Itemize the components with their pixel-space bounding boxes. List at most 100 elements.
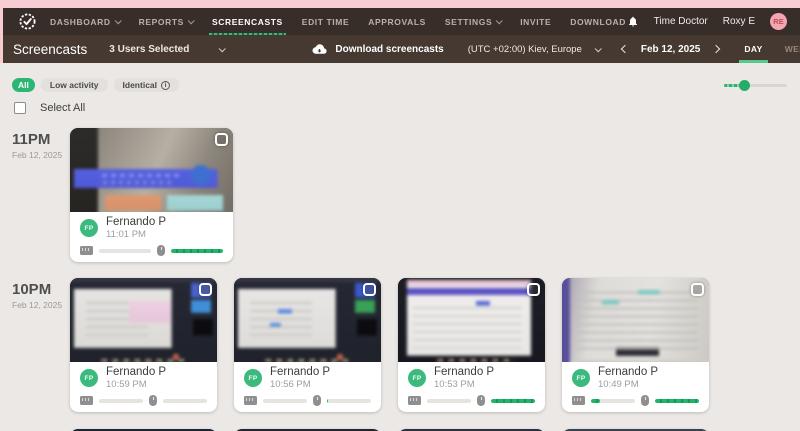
nav-item-label: REPORTS — [139, 17, 184, 27]
card-user-name: Fernando P — [434, 366, 494, 379]
activity-bars-row — [244, 395, 371, 406]
mouse-activity-fill — [327, 399, 328, 403]
chevron-down-icon — [219, 45, 226, 52]
section-hour: 11PM — [12, 131, 62, 148]
screenshot-thumbnail[interactable] — [70, 278, 217, 362]
card-user-row: FP Fernando P 10:59 PM — [80, 366, 207, 390]
card-checkbox[interactable] — [527, 283, 540, 296]
screencast-card[interactable]: FP Fernando P 10:49 PM — [562, 278, 709, 412]
screenshot-image — [562, 278, 709, 362]
view-tabs: DAY WEEK MONTH DATE RANGE — [733, 35, 800, 63]
screenshot-image — [70, 278, 217, 362]
card-timestamp: 10:56 PM — [270, 379, 330, 390]
mouse-activity-bar — [171, 249, 223, 253]
keyboard-activity-fill — [591, 399, 600, 403]
screencast-card[interactable]: FP Fernando P 10:56 PM — [234, 278, 381, 412]
screenshot-image — [398, 278, 545, 362]
screenshot-image — [70, 128, 233, 212]
card-checkbox[interactable] — [363, 283, 376, 296]
keyboard-activity-bar — [99, 399, 143, 403]
top-banner-strip — [0, 0, 800, 8]
screenshot-thumbnail[interactable] — [398, 278, 545, 362]
nav-item-invite[interactable]: INVITE — [520, 8, 551, 35]
mouse-activity-bar — [491, 399, 535, 403]
nav-item-edit-time[interactable]: EDIT TIME — [302, 8, 349, 35]
next-day-arrow-icon[interactable] — [712, 45, 720, 53]
card-timestamp: 10:49 PM — [598, 379, 658, 390]
thumbnail-size-slider[interactable] — [724, 84, 787, 87]
current-date[interactable]: Feb 12, 2025 — [641, 44, 700, 55]
mouse-activity-bar — [655, 399, 699, 403]
card-user-row: FP Fernando P 10:56 PM — [244, 366, 371, 390]
activity-bars-row — [408, 395, 535, 406]
nav-item-label: SETTINGS — [445, 17, 492, 27]
nav-item-reports[interactable]: REPORTS — [139, 8, 193, 35]
filter-chip-identical[interactable]: Identical i — [114, 78, 179, 92]
card-timestamp: 10:59 PM — [106, 379, 166, 390]
user-avatar-badge: FP — [80, 219, 98, 237]
date-navigation: Feb 12, 2025 — [622, 44, 719, 55]
card-user-name: Fernando P — [598, 366, 658, 379]
nav-item-label: DOWNLOAD — [570, 17, 626, 27]
filter-chip-all[interactable]: All — [12, 78, 35, 92]
company-name[interactable]: Time Doctor — [654, 16, 708, 27]
timezone-dropdown[interactable]: (UTC +02:00) Kiev, Europe — [468, 44, 600, 55]
keyboard-icon — [244, 396, 257, 405]
users-selected-dropdown[interactable]: 3 Users Selected — [109, 44, 224, 55]
content-area: All Low activity Identical i Select All … — [0, 63, 800, 431]
previous-day-arrow-icon[interactable] — [621, 45, 629, 53]
filter-chip-label: All — [18, 80, 29, 90]
screencasts-page: DASHBOARD REPORTS SCREENCASTS EDIT TIME … — [0, 0, 800, 431]
screencast-sections: 11PM Feb 12, 2025 FP Fernando P 11:01 PM — [0, 125, 800, 431]
activity-bars-row — [80, 395, 207, 406]
chevron-down-icon — [114, 17, 121, 24]
card-checkbox[interactable] — [691, 283, 704, 296]
user-name-nav[interactable]: Roxy E — [723, 16, 755, 27]
user-avatar[interactable]: RE — [770, 13, 787, 30]
card-footer: FP Fernando P 10:56 PM — [234, 362, 381, 412]
card-footer: FP Fernando P 11:01 PM — [70, 212, 233, 262]
nav-item-settings[interactable]: SETTINGS — [445, 8, 501, 35]
keyboard-icon — [80, 246, 93, 255]
view-tab-week[interactable]: WEEK — [774, 35, 800, 63]
card-user-row: FP Fernando P 10:53 PM — [408, 366, 535, 390]
user-avatar-badge: FP — [572, 369, 590, 387]
slider-knob[interactable] — [739, 80, 750, 91]
nav-item-label: INVITE — [520, 17, 551, 27]
card-checkbox[interactable] — [199, 283, 212, 296]
nav-item-label: DASHBOARD — [50, 17, 111, 27]
screenshot-thumbnail[interactable] — [234, 278, 381, 362]
card-checkbox[interactable] — [215, 133, 228, 146]
time-doctor-logo-icon[interactable] — [19, 13, 36, 30]
nav-item-screencasts[interactable]: SCREENCASTS — [212, 8, 283, 35]
select-all-checkbox[interactable] — [14, 102, 26, 114]
screenshot-thumbnail[interactable] — [70, 128, 233, 212]
notifications-bell-icon[interactable] — [627, 15, 639, 28]
card-footer: FP Fernando P 10:53 PM — [398, 362, 545, 412]
keyboard-activity-bar — [263, 399, 307, 403]
screencast-card[interactable]: FP Fernando P 11:01 PM — [70, 128, 233, 262]
info-icon[interactable]: i — [161, 81, 170, 90]
card-footer: FP Fernando P 10:49 PM — [562, 362, 709, 412]
download-screencasts-button[interactable]: Download screencasts — [312, 44, 443, 55]
card-timestamp: 11:01 PM — [106, 229, 166, 240]
nav-item-approvals[interactable]: APPROVALS — [368, 8, 426, 35]
screenshot-thumbnail[interactable] — [562, 278, 709, 362]
user-avatar-badge: FP — [80, 369, 98, 387]
section-date: Feb 12, 2025 — [12, 150, 62, 160]
filter-chip-low-activity[interactable]: Low activity — [41, 78, 108, 92]
nav-item-dashboard[interactable]: DASHBOARD — [50, 8, 120, 35]
view-tab-day[interactable]: DAY — [733, 35, 773, 63]
mouse-icon — [477, 395, 485, 406]
screencast-card[interactable]: FP Fernando P 10:53 PM — [398, 278, 545, 412]
nav-item-download[interactable]: DOWNLOAD — [570, 8, 626, 35]
section-header: 11PM Feb 12, 2025 — [12, 131, 62, 160]
cards-row: FP Fernando P 10:59 PM FP Fernando — [70, 275, 800, 412]
screencast-card[interactable]: FP Fernando P 10:59 PM — [70, 278, 217, 412]
screenshot-image — [234, 278, 381, 362]
section-header: 10PM Feb 12, 2025 — [12, 281, 62, 310]
keyboard-icon — [408, 396, 421, 405]
keyboard-activity-bar — [591, 399, 635, 403]
card-user-row: FP Fernando P 10:49 PM — [572, 366, 699, 390]
screencasts-toolbar: Screencasts 3 Users Selected Download sc… — [3, 35, 800, 63]
